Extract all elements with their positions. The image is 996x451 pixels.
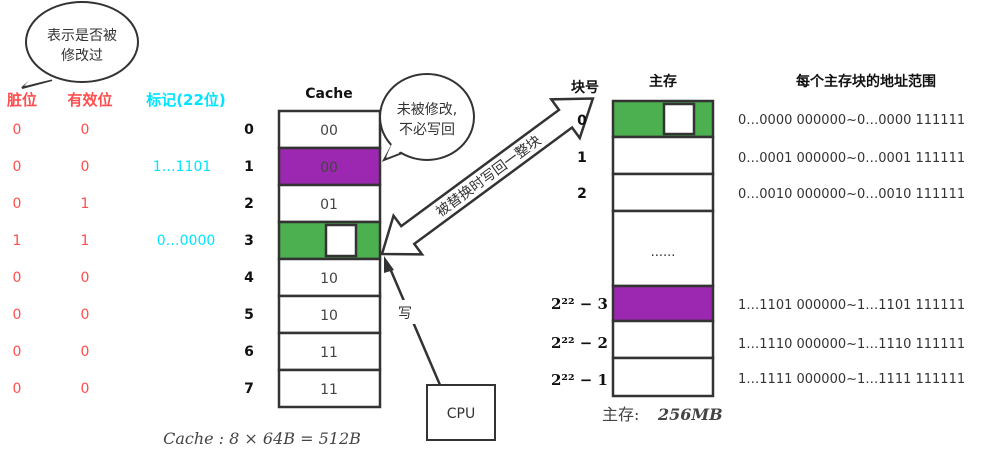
tag-value: 0…0000 [157, 233, 216, 249]
cache-table: 0 0 0 00 0 0 1…1101 1 00 0 1 2 01 1 1 0…… [13, 109, 382, 409]
callout-dirty-line1: 表示是否被 [47, 28, 117, 44]
valid-bit: 0 [81, 122, 90, 138]
memory-size-value: 256MB [657, 405, 723, 424]
memory-block [611, 319, 715, 360]
dirty-bit: 0 [13, 344, 22, 360]
block-number: 2 [577, 186, 587, 202]
address-range: 0…0001 000000~0…0001 111111 [738, 151, 965, 166]
cache-row: 0 0 7 11 [13, 368, 382, 409]
header-memory: 主存 [649, 73, 677, 90]
cache-content: 00 [320, 160, 338, 176]
block-number: 2²² − 3 [551, 295, 608, 313]
cache-index: 6 [244, 344, 254, 360]
header-cache: Cache [305, 86, 352, 102]
cache-content: 11 [320, 345, 338, 361]
write-back-diagram: 表示是否被 修改过 脏位 有效位 标记(22位) Cache 0 0 0 00 … [7, 1, 965, 448]
dirty-bit: 0 [13, 122, 22, 138]
callout-no-writeback: 未被修改, 不必写回 [379, 73, 475, 162]
cache-row: 0 0 6 11 [13, 331, 382, 372]
valid-bit: 1 [81, 196, 90, 212]
memory-block [611, 172, 715, 213]
memory-block [611, 356, 715, 398]
ellipsis: ...... [651, 245, 676, 260]
tag-value: 1…1101 [153, 159, 212, 175]
header-tag: 标记(22位) [145, 91, 226, 109]
block-number: 0 [577, 113, 587, 129]
cache-index: 5 [244, 307, 254, 323]
block-number: 2²² − 1 [551, 371, 608, 389]
address-range: 1…1101 000000~1…1101 111111 [738, 298, 965, 313]
cache-index: 4 [244, 270, 254, 286]
address-range: 0…0000 000000~0…0000 111111 [738, 113, 965, 128]
valid-bit: 0 [81, 381, 90, 397]
header-dirty: 脏位 [7, 91, 37, 109]
callout-dirty-bit: 表示是否被 修改过 [21, 1, 139, 89]
cache-index: 2 [244, 196, 254, 212]
cache-row: 1 1 0…0000 3 [13, 220, 382, 261]
callout-clean-line1: 未被修改, [397, 102, 457, 118]
dirty-bit: 0 [13, 270, 22, 286]
address-range: 1…1111 000000~1…1111 111111 [738, 372, 965, 387]
header-valid: 有效位 [67, 91, 112, 109]
modified-word [324, 223, 358, 258]
address-range: 0…0010 000000~0…0010 111111 [738, 187, 965, 202]
dirty-bit: 0 [13, 196, 22, 212]
dirty-bit: 1 [13, 233, 22, 249]
address-range: 1…1110 000000~1…1110 111111 [738, 337, 965, 352]
cache-content: 01 [320, 197, 338, 213]
cache-row: 0 0 4 10 [13, 257, 382, 298]
header-address-range: 每个主存块的地址范围 [796, 73, 936, 90]
modified-word [662, 102, 696, 136]
cache-size-caption: Cache : 8 × 64B = 512B [163, 429, 361, 448]
cache-index: 1 [244, 159, 254, 175]
block-number: 2²² − 2 [551, 334, 608, 352]
dirty-bit: 0 [13, 381, 22, 397]
write-arrow: 写 [384, 256, 442, 386]
cache-index: 0 [244, 122, 254, 138]
dirty-bit: 0 [13, 159, 22, 175]
memory-size-label: 主存: [602, 405, 639, 424]
callout-dirty-line2: 修改过 [61, 48, 103, 64]
cache-content: 00 [320, 123, 338, 139]
memory-table: 0 0…0000 000000~0…0000 111111 1 0…0001 0… [551, 99, 965, 398]
header-block-number: 块号 [571, 80, 599, 96]
cache-content: 10 [320, 271, 338, 287]
valid-bit: 0 [81, 270, 90, 286]
write-label: 写 [398, 306, 412, 322]
cache-content: 10 [320, 308, 338, 324]
cache-content: 11 [320, 382, 338, 398]
callout-clean-line2: 不必写回 [399, 122, 455, 138]
valid-bit: 0 [81, 344, 90, 360]
valid-bit: 1 [81, 233, 90, 249]
valid-bit: 0 [81, 159, 90, 175]
cache-index: 7 [244, 381, 254, 397]
cpu-label: CPU [447, 406, 475, 422]
cache-row: 0 0 0 00 [13, 109, 382, 150]
cache-row: 0 1 2 01 [13, 183, 382, 224]
cache-index: 3 [244, 233, 254, 249]
memory-block [611, 135, 715, 176]
block-number: 1 [577, 150, 587, 166]
valid-bit: 0 [81, 307, 90, 323]
dirty-bit: 0 [13, 307, 22, 323]
memory-block [611, 284, 715, 323]
cache-row: 0 0 1…1101 1 00 [13, 146, 382, 187]
cache-row: 0 0 5 10 [13, 294, 382, 335]
